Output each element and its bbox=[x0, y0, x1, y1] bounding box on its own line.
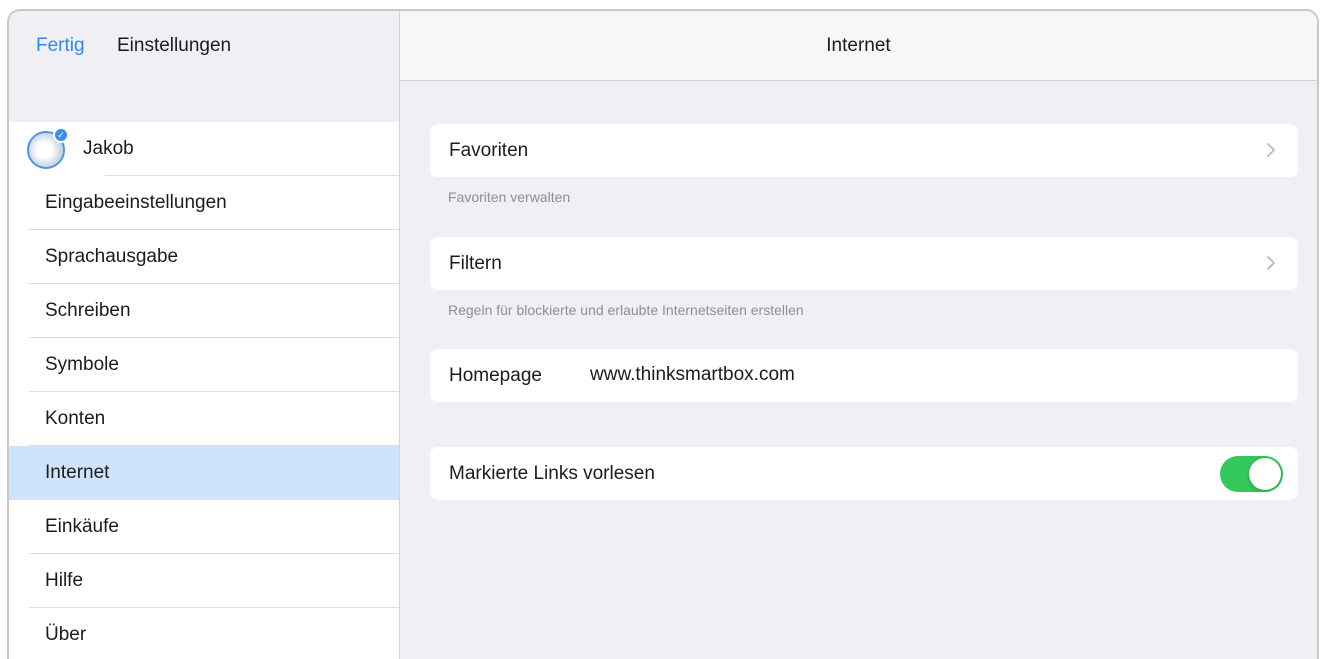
sidebar-item-eingabeeinstellungen[interactable]: Eingabeeinstellungen bbox=[9, 176, 399, 230]
sidebar-item-hilfe[interactable]: Hilfe bbox=[9, 554, 399, 608]
filter-row[interactable]: Filtern bbox=[430, 237, 1298, 290]
homepage-row[interactable]: Homepage www.thinksmartbox.com bbox=[430, 349, 1298, 402]
favorites-note: Favoriten verwalten bbox=[448, 189, 571, 205]
sidebar-item-konten[interactable]: Konten bbox=[9, 392, 399, 446]
toggle-knob bbox=[1249, 458, 1281, 490]
sidebar-item-user[interactable]: ✓ Jakob bbox=[9, 122, 399, 176]
read-links-label: Markierte Links vorlesen bbox=[449, 462, 655, 484]
sidebar-item-label: Symbole bbox=[45, 354, 119, 375]
filter-label: Filtern bbox=[449, 252, 502, 274]
sidebar-item-einkaeufe[interactable]: Einkäufe bbox=[9, 500, 399, 554]
done-button[interactable]: Fertig bbox=[36, 35, 85, 57]
sidebar-header: Fertig Einstellungen bbox=[9, 11, 399, 81]
sidebar-item-label: Hilfe bbox=[45, 570, 84, 591]
sidebar-item-label: Konten bbox=[45, 408, 106, 429]
sidebar-item-schreiben[interactable]: Schreiben bbox=[9, 284, 399, 338]
favorites-label: Favoriten bbox=[449, 139, 529, 161]
read-links-toggle[interactable] bbox=[1220, 456, 1283, 492]
sidebar-item-label: Über bbox=[45, 624, 87, 645]
sidebar-item-symbole[interactable]: Symbole bbox=[9, 338, 399, 392]
sidebar-item-label: Einkäufe bbox=[45, 516, 119, 537]
sidebar-item-internet[interactable]: Internet bbox=[9, 446, 399, 500]
homepage-input[interactable]: www.thinksmartbox.com bbox=[590, 364, 795, 386]
sidebar: Fertig Einstellungen ✓ Jakob Eingabeeins… bbox=[9, 11, 400, 659]
homepage-label: Homepage bbox=[449, 364, 542, 386]
sidebar-item-label: Eingabeeinstellungen bbox=[45, 192, 227, 213]
sidebar-title: Einstellungen bbox=[117, 35, 232, 56]
filter-note: Regeln für blockierte und erlaubte Inter… bbox=[448, 302, 804, 318]
checkmark-icon: ✓ bbox=[53, 127, 69, 143]
chevron-right-icon bbox=[1266, 142, 1280, 160]
user-name: Jakob bbox=[83, 138, 134, 159]
favorites-row[interactable]: Favoriten bbox=[430, 124, 1298, 177]
sidebar-list: ✓ Jakob Eingabeeinstellungen Sprachausga… bbox=[9, 122, 399, 659]
page-title: Internet bbox=[400, 11, 1317, 81]
sidebar-item-label: Internet bbox=[45, 462, 110, 483]
read-links-row: Markierte Links vorlesen bbox=[430, 447, 1298, 500]
sidebar-item-ueber[interactable]: Über bbox=[9, 608, 399, 659]
main-panel: Internet Favoriten Favoriten verwalten F… bbox=[400, 11, 1317, 659]
sidebar-item-sprachausgabe[interactable]: Sprachausgabe bbox=[9, 230, 399, 284]
sidebar-item-label: Schreiben bbox=[45, 300, 131, 321]
sidebar-item-label: Sprachausgabe bbox=[45, 246, 179, 267]
chevron-right-icon bbox=[1266, 255, 1280, 273]
settings-window: Fertig Einstellungen ✓ Jakob Eingabeeins… bbox=[7, 9, 1319, 659]
